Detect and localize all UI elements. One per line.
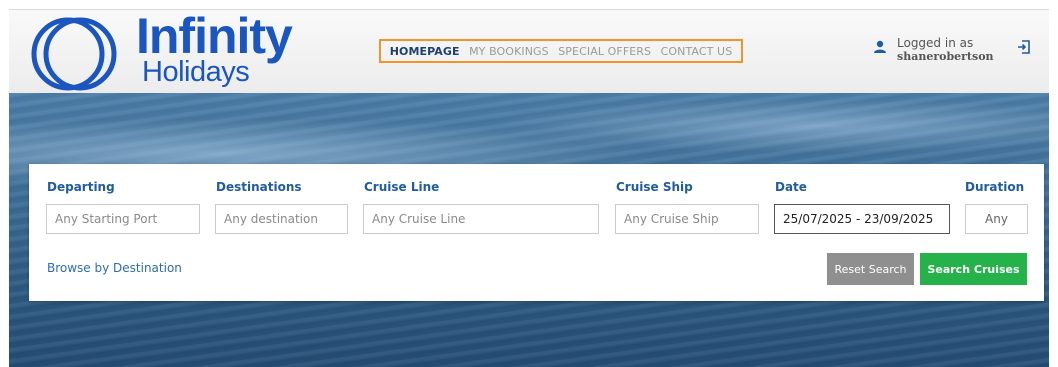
cruise-line-input[interactable] <box>363 204 599 234</box>
departing-input[interactable] <box>46 204 200 234</box>
duration-label: Duration <box>965 180 1025 194</box>
destinations-label: Destinations <box>216 180 302 194</box>
user-status: Logged in as shanerobertson <box>867 36 1037 66</box>
cruise-ship-label: Cruise Ship <box>616 180 693 194</box>
nav-item-my-bookings[interactable]: MY BOOKINGS <box>469 45 549 58</box>
nav-item-special-offers[interactable]: SPECIAL OFFERS <box>558 45 651 58</box>
nav-item-contact-us[interactable]: CONTACT US <box>661 45 733 58</box>
date-label: Date <box>775 180 807 194</box>
site-header: Infinity Holidays HOMEPAGE MY BOOKINGS S… <box>9 8 1049 94</box>
user-icon <box>874 40 886 53</box>
browse-by-destination-link[interactable]: Browse by Destination <box>47 261 182 275</box>
destinations-input[interactable] <box>215 204 348 234</box>
cruise-ship-input[interactable] <box>615 204 759 234</box>
date-range-input[interactable] <box>774 204 950 234</box>
username: shanerobertson <box>897 50 994 63</box>
cruise-search-panel: Departing Destinations Cruise Line Cruis… <box>29 164 1044 301</box>
cruise-line-label: Cruise Line <box>364 180 440 194</box>
main-nav: HOMEPAGE MY BOOKINGS SPECIAL OFFERS CONT… <box>379 39 743 63</box>
nav-item-homepage[interactable]: HOMEPAGE <box>390 45 460 58</box>
departing-label: Departing <box>47 180 115 194</box>
duration-input[interactable] <box>965 204 1028 234</box>
logout-icon[interactable] <box>1017 40 1031 54</box>
infinity-rings-icon <box>31 17 117 91</box>
brand-name-secondary: Holidays <box>142 56 250 88</box>
brand-logo[interactable]: Infinity Holidays <box>24 8 294 92</box>
reset-search-button[interactable]: Reset Search <box>827 253 914 285</box>
search-cruises-button[interactable]: Search Cruises <box>920 253 1027 285</box>
logged-in-label: Logged in as <box>897 36 974 50</box>
